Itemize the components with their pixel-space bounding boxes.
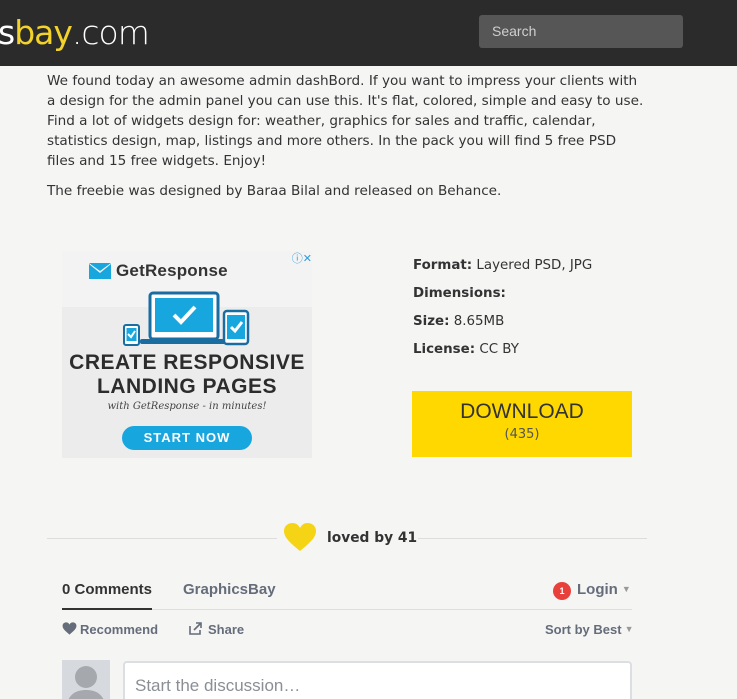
sort-dropdown[interactable]: Sort by Best ▼	[545, 622, 634, 637]
ad-headline-line: CREATE RESPONSIVE	[69, 351, 305, 374]
meta-size: Size: 8.65MB	[413, 312, 653, 340]
meta-license-label: License:	[413, 342, 476, 357]
active-tab-indicator	[62, 608, 152, 610]
site-logo[interactable]: sbay.com	[0, 13, 150, 53]
tab-community[interactable]: GraphicsBay	[183, 581, 276, 598]
meta-format-label: Format:	[413, 258, 473, 273]
logo-text-part2: bay	[14, 13, 73, 52]
logo-text-part1: s	[0, 13, 15, 52]
ad-headline-line: LANDING PAGES	[97, 375, 277, 398]
heart-outline-icon	[62, 622, 77, 635]
ad-brand-name: GetResponse	[116, 261, 228, 280]
recommend-button[interactable]: Recommend	[62, 622, 158, 637]
tab-comments[interactable]: 0 Comments	[62, 581, 152, 598]
download-count: (435)	[504, 427, 540, 442]
meta-format: Format: Layered PSD, JPG	[413, 256, 653, 284]
avatar	[62, 660, 110, 699]
share-label: Share	[208, 622, 245, 637]
divider-left	[47, 538, 277, 539]
meta-license: License: CC BY	[413, 340, 653, 368]
meta-dimensions: Dimensions:	[413, 284, 653, 312]
article-body: We found today an awesome admin dashBord…	[47, 71, 647, 211]
top-header-bar: sbay.com Search	[0, 0, 737, 66]
share-button[interactable]: Share	[189, 622, 244, 637]
ad-headline: CREATE RESPONSIVE LANDING PAGES	[62, 351, 312, 399]
discussion-input[interactable]: Start the discussion…	[123, 661, 632, 699]
article-paragraph: The freebie was designed by Baraa Bilal …	[47, 183, 502, 199]
responsive-devices-icon	[123, 291, 250, 346]
ad-tagline: with GetResponse - in minutes!	[107, 401, 267, 412]
chevron-down-icon: ▼	[624, 624, 634, 634]
meta-dimensions-label: Dimensions:	[413, 286, 506, 301]
notification-badge[interactable]: 1	[553, 582, 571, 600]
share-icon	[189, 622, 202, 635]
download-label: DOWNLOAD	[460, 400, 584, 423]
meta-license-value: CC BY	[475, 342, 519, 357]
recommend-label: Recommend	[80, 622, 159, 637]
chevron-down-icon: ▼	[621, 584, 631, 594]
heart-icon[interactable]	[283, 522, 317, 556]
file-meta: Format: Layered PSD, JPG Dimensions: Siz…	[413, 256, 653, 368]
ad-start-now-button[interactable]: START NOW	[122, 426, 252, 450]
download-button[interactable]: DOWNLOAD (435)	[412, 391, 632, 457]
article-paragraph: We found today an awesome admin dashBord…	[47, 73, 644, 169]
logo-text-part3: .com	[71, 13, 150, 52]
meta-size-label: Size:	[413, 314, 450, 329]
search-input[interactable]: Search	[479, 15, 683, 48]
adchoices-icon[interactable]: ⓘ✕	[280, 252, 312, 266]
login-label: Login	[577, 581, 618, 598]
loved-count: loved by 41	[327, 530, 418, 546]
envelope-icon	[89, 263, 111, 279]
login-menu[interactable]: Login ▼	[577, 581, 631, 598]
divider-right	[418, 538, 647, 539]
meta-size-value: 8.65MB	[449, 314, 505, 329]
meta-format-value: Layered PSD, JPG	[472, 258, 593, 273]
sort-label: Sort by Best	[545, 622, 622, 637]
advertisement-banner[interactable]: GetResponse ⓘ✕ CREATE RESPONSIVE LANDING…	[62, 251, 312, 458]
